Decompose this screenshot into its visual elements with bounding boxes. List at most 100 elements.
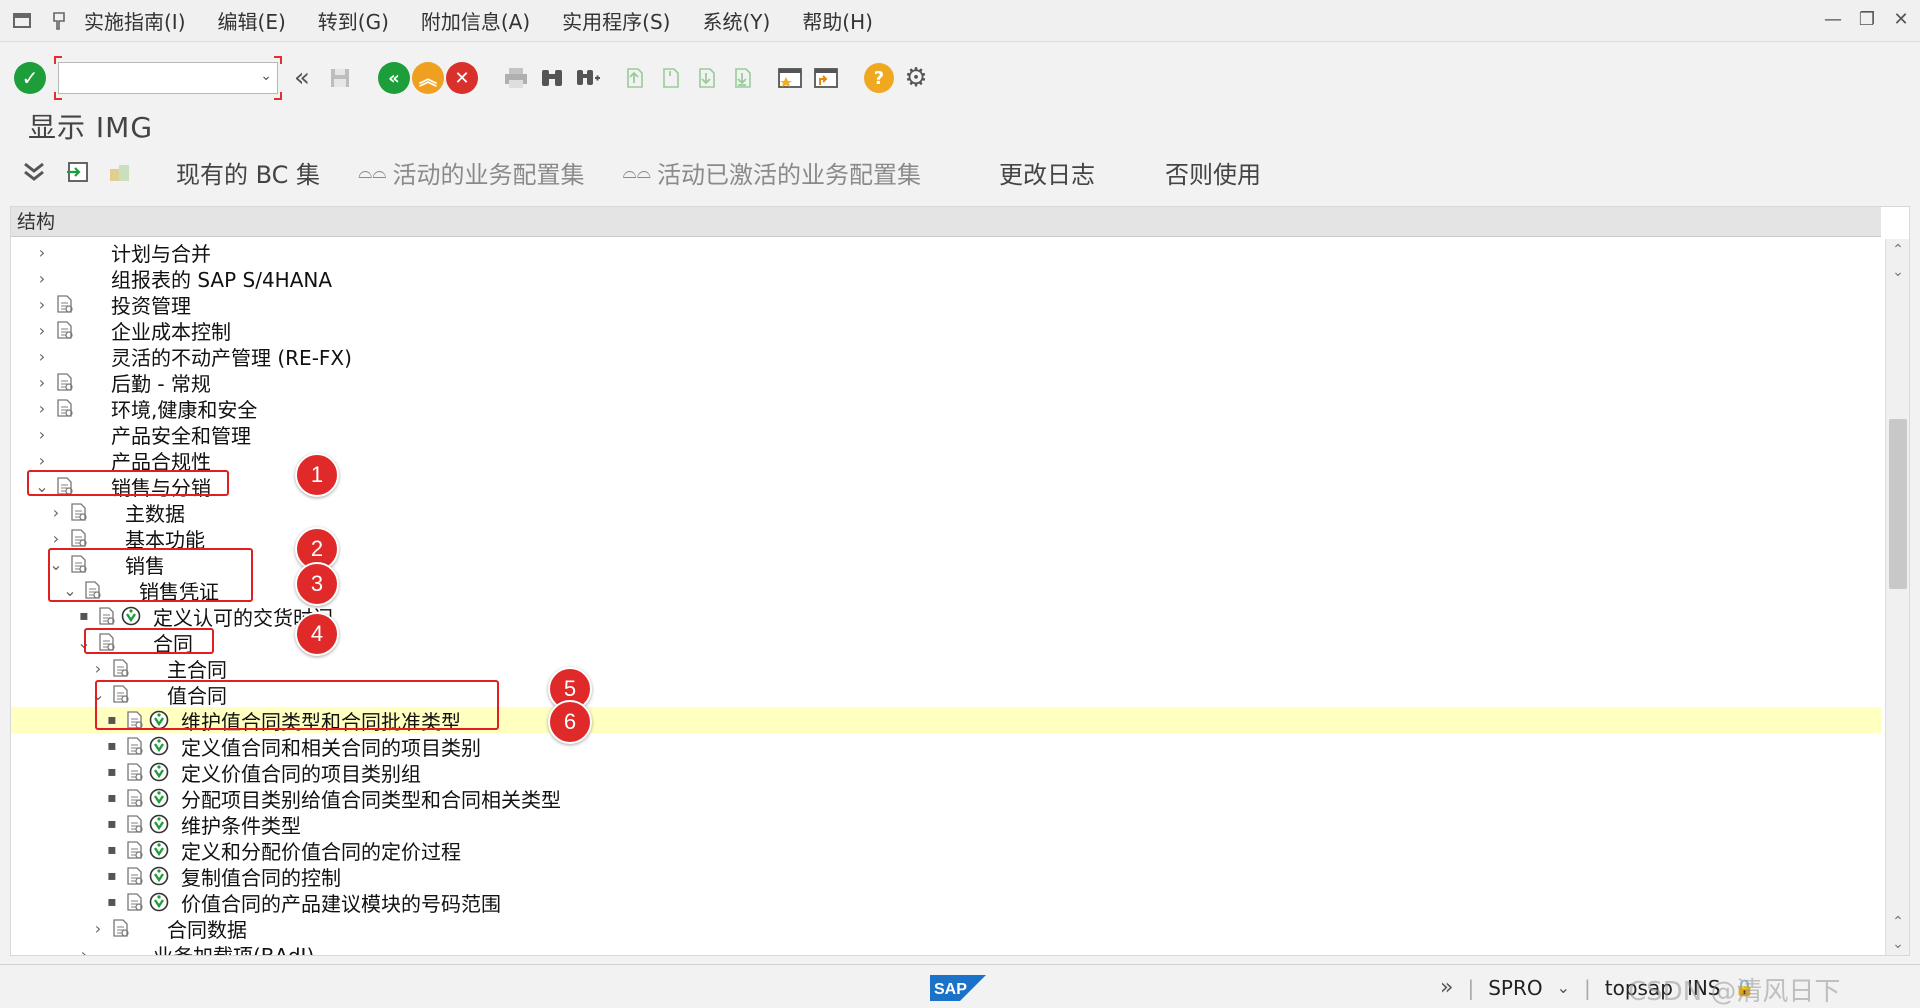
tree-row[interactable]: ▪ 定义认可的交货时间 xyxy=(11,603,1881,630)
expand-node-icon[interactable]: › xyxy=(33,451,51,470)
help-icon[interactable]: ? xyxy=(864,63,894,93)
tree-row[interactable]: › 产品合规性 xyxy=(11,447,1881,474)
execute-activity-icon[interactable] xyxy=(147,839,171,861)
documentation-icon[interactable] xyxy=(123,761,147,783)
expand-node-icon[interactable]: › xyxy=(33,243,51,262)
execute-activity-icon[interactable] xyxy=(119,605,143,627)
status-transaction[interactable]: SPRO xyxy=(1488,976,1542,1000)
activated-bc-sets-button[interactable]: ⌓⌓ 活动已激活的业务配置集 xyxy=(623,155,921,190)
chevron-down-icon[interactable]: ⌄ xyxy=(1557,978,1570,997)
documentation-icon[interactable] xyxy=(123,865,147,887)
tree-row[interactable]: › 业务加载项(BAdI) xyxy=(11,941,1881,956)
tree-node-label[interactable]: 定义和分配价值合同的定价过程 xyxy=(181,836,461,865)
documentation-icon[interactable] xyxy=(95,605,119,627)
expand-node-icon[interactable]: › xyxy=(33,347,51,366)
tree-row[interactable]: ▪ 维护条件类型 xyxy=(11,810,1881,839)
system-menu-icon[interactable] xyxy=(12,11,34,31)
execute-activity-icon[interactable] xyxy=(147,761,171,783)
execute-activity-icon[interactable] xyxy=(147,891,171,913)
tree-row[interactable]: ▪ 复制值合同的控制 xyxy=(11,862,1881,891)
tree-row[interactable]: › 主合同 xyxy=(11,654,1881,683)
menu-goto[interactable]: 转到(G) xyxy=(318,6,389,35)
documentation-icon[interactable] xyxy=(123,787,147,809)
tree-row[interactable]: ▪ 定义和分配价值合同的定价过程 xyxy=(11,836,1881,865)
position-icon[interactable] xyxy=(62,156,94,188)
tree-row[interactable]: › 主数据 xyxy=(11,499,1881,526)
chevron-down-icon[interactable]: ⌄ xyxy=(260,68,272,84)
bc-set-icon[interactable] xyxy=(104,156,136,188)
expand-node-icon[interactable]: › xyxy=(33,321,51,340)
tree-node-label[interactable]: 定义价值合同的项目类别组 xyxy=(181,758,421,787)
tree-node-label[interactable]: 主合同 xyxy=(167,654,227,683)
save-icon[interactable] xyxy=(324,62,356,94)
scroll-down-small-icon[interactable]: ⌄ xyxy=(1886,261,1909,283)
expand-all-icon[interactable] xyxy=(18,156,50,188)
documentation-icon[interactable] xyxy=(109,917,133,939)
previous-page-icon[interactable] xyxy=(654,62,686,94)
last-page-icon[interactable] xyxy=(726,62,758,94)
scroll-up-icon[interactable]: ⌃ xyxy=(1886,239,1909,261)
tree-row[interactable]: › 投资管理 xyxy=(11,291,1881,318)
tree-row[interactable]: › 灵活的不动产管理 (RE-FX) xyxy=(11,342,1881,371)
tree-node-label[interactable]: 定义值合同和相关合同的项目类别 xyxy=(181,732,481,761)
documentation-icon[interactable] xyxy=(123,735,147,757)
tree-row[interactable]: ⌄ 销售与分销 xyxy=(11,473,1881,500)
close-window-icon[interactable]: ✕ xyxy=(1890,8,1912,30)
tree-node-label[interactable]: 计划与合并 xyxy=(111,238,211,267)
menu-extras[interactable]: 附加信息(A) xyxy=(421,6,530,35)
menu-utilities[interactable]: 实用程序(S) xyxy=(562,6,670,35)
expand-node-icon[interactable]: › xyxy=(33,425,51,444)
execute-activity-icon[interactable] xyxy=(147,865,171,887)
tree-node-label[interactable]: 后勤 - 常规 xyxy=(111,368,211,397)
documentation-icon[interactable] xyxy=(53,293,77,315)
scrollbar-thumb[interactable] xyxy=(1889,419,1907,589)
tree-node-label[interactable]: 业务加载项(BAdI) xyxy=(153,940,314,956)
change-log-button[interactable]: 更改日志 xyxy=(999,155,1095,190)
tree-row[interactable]: ▪ 价值合同的产品建议模块的号码范围 xyxy=(11,888,1881,917)
tree-node-label[interactable]: 维护条件类型 xyxy=(181,810,301,839)
documentation-icon[interactable] xyxy=(53,319,77,341)
expand-node-icon[interactable]: › xyxy=(33,399,51,418)
tree-row[interactable]: › 企业成本控制 xyxy=(11,317,1881,344)
tree-node-label[interactable]: 灵活的不动产管理 (RE-FX) xyxy=(111,342,352,371)
back-icon[interactable]: « xyxy=(378,62,410,94)
tree-row[interactable]: ⌄ 销售凭证 xyxy=(11,577,1881,604)
execute-activity-icon[interactable] xyxy=(147,813,171,835)
tree-row[interactable]: ▪ 定义值合同和相关合同的项目类别 xyxy=(11,732,1881,761)
documentation-icon[interactable] xyxy=(67,527,91,549)
first-page-icon[interactable] xyxy=(618,62,650,94)
next-page-icon[interactable] xyxy=(690,62,722,94)
documentation-icon[interactable] xyxy=(53,371,77,393)
status-expand-icon[interactable]: » xyxy=(1440,975,1453,1000)
exit-icon[interactable]: ︽ xyxy=(412,62,444,94)
otherwise-use-button[interactable]: 否则使用 xyxy=(1165,155,1261,190)
tree-node-label[interactable]: 组报表的 SAP S/4HANA xyxy=(111,264,332,293)
execute-activity-icon[interactable] xyxy=(147,787,171,809)
gear-icon[interactable]: ⚙ xyxy=(900,62,932,94)
execute-activity-icon[interactable] xyxy=(147,735,171,757)
tree-node-label[interactable]: 价值合同的产品建议模块的号码范围 xyxy=(181,888,501,917)
documentation-icon[interactable] xyxy=(53,397,77,419)
documentation-icon[interactable] xyxy=(123,839,147,861)
find-icon[interactable] xyxy=(536,62,568,94)
active-bc-sets-button[interactable]: ⌓⌓ 活动的业务配置集 xyxy=(358,155,584,190)
tree-row[interactable]: ⌄ 合同 xyxy=(11,629,1881,656)
tree-row[interactable]: › 后勤 - 常规 xyxy=(11,368,1881,397)
print-icon[interactable] xyxy=(500,62,532,94)
collapse-toolbar-icon[interactable]: « xyxy=(286,62,318,94)
tree-node-label[interactable]: 复制值合同的控制 xyxy=(181,862,341,891)
tree-row[interactable]: › 产品安全和管理 xyxy=(11,420,1881,449)
tree-row[interactable]: ▪ 定义价值合同的项目类别组 xyxy=(11,758,1881,787)
expand-node-icon[interactable]: › xyxy=(89,919,107,938)
expand-node-icon[interactable]: › xyxy=(89,659,107,678)
documentation-icon[interactable] xyxy=(109,657,133,679)
scroll-down-icon[interactable]: ⌄ xyxy=(1886,933,1909,955)
documentation-icon[interactable] xyxy=(67,501,91,523)
menu-help[interactable]: 帮助(H) xyxy=(802,6,873,35)
expand-node-icon[interactable]: › xyxy=(75,945,93,956)
create-session-icon[interactable] xyxy=(774,62,806,94)
tree-node-label[interactable]: 合同数据 xyxy=(167,914,247,943)
vertical-scrollbar[interactable]: ⌃ ⌄ ⌃ ⌄ xyxy=(1885,239,1909,955)
tree-node-label[interactable]: 产品安全和管理 xyxy=(111,420,251,449)
expand-node-icon[interactable]: › xyxy=(47,503,65,522)
